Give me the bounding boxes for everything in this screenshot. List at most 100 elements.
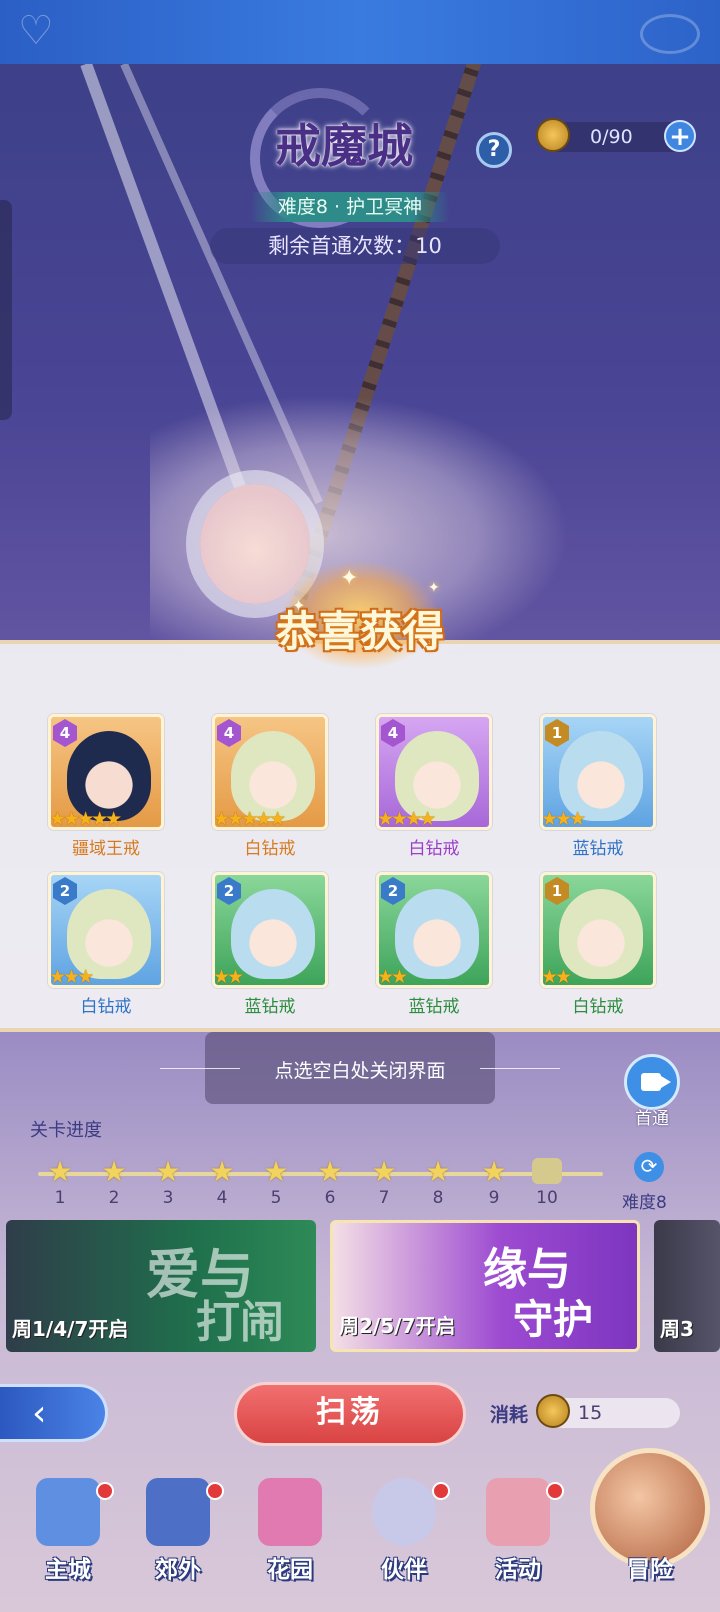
reward-item-label: 蓝钻戒 xyxy=(572,839,624,859)
stage-number: 3 xyxy=(162,1188,174,1208)
nav-label: 冒险 xyxy=(627,1557,673,1583)
remaining-first-clear: 剩余首通次数：10 xyxy=(210,228,500,264)
grade-badge: 4 xyxy=(217,719,241,747)
help-button[interactable]: ? xyxy=(476,132,512,168)
top-bar: ♡ xyxy=(0,0,720,64)
reward-item-card[interactable]: 4 ★★★★ xyxy=(376,714,492,830)
grade-badge: 1 xyxy=(545,877,569,905)
first-clear-video-button[interactable] xyxy=(624,1054,680,1110)
reward-item-card[interactable]: 4 ★★★★★ xyxy=(48,714,164,830)
star-rating: ★★★★★ xyxy=(49,808,122,830)
grade-badge: 1 xyxy=(545,719,569,747)
dungeon-title-text: 戒魔城 xyxy=(275,119,413,173)
notification-dot xyxy=(96,1482,114,1500)
event-schedule: 周3 xyxy=(660,1317,694,1341)
stage-progress-label: 关卡进度 xyxy=(30,1120,102,1141)
portal-icon xyxy=(146,1478,210,1546)
event-card-fate-and-guard[interactable]: 缘与 守护 周2/5/7开启 xyxy=(330,1220,640,1352)
reward-item-card[interactable]: 2 ★★ xyxy=(212,872,328,988)
stamina-coin-icon xyxy=(536,118,570,152)
stamina-counter: 0/90 + xyxy=(536,118,696,152)
grade-badge: 2 xyxy=(217,877,241,905)
reward-item-card[interactable]: 4 ★★★★★ xyxy=(212,714,328,830)
nav-label: 活动 xyxy=(495,1557,541,1583)
reward-item-label: 白钻戒 xyxy=(408,839,460,859)
nav-label: 花园 xyxy=(267,1557,313,1583)
stage-star-icon[interactable]: ★ xyxy=(208,1158,236,1186)
event-title: 守护 xyxy=(513,1296,593,1343)
stage-star-icon[interactable]: ★ xyxy=(370,1158,398,1186)
grade-badge: 2 xyxy=(53,877,77,905)
heart-decoration-icon: ♡ xyxy=(18,8,54,54)
video-camera-icon xyxy=(641,1073,671,1091)
reward-item-card[interactable]: 1 ★★★ xyxy=(540,714,656,830)
star-rating: ★★ xyxy=(377,966,408,988)
star-rating: ★★ xyxy=(541,966,572,988)
notification-dot xyxy=(546,1482,564,1500)
stage-star-icon[interactable]: ★ xyxy=(424,1158,452,1186)
cost-label: 消耗 xyxy=(490,1404,529,1426)
refresh-icon[interactable]: ⟳ xyxy=(634,1152,664,1182)
notification-dot xyxy=(206,1482,224,1500)
star-rating: ★★ xyxy=(213,966,244,988)
reward-item-label: 蓝钻戒 xyxy=(244,997,296,1017)
reward-title: 恭喜获得 xyxy=(275,607,444,656)
stage-star-icon[interactable]: ★ xyxy=(480,1158,508,1186)
nav-item-partners[interactable]: 伙伴 xyxy=(354,1478,454,1608)
stage-number: 7 xyxy=(378,1188,390,1208)
reward-item-label: 白钻戒 xyxy=(572,997,624,1017)
nav-item-activities[interactable]: 活动 xyxy=(468,1478,568,1608)
nav-label: 主城 xyxy=(45,1557,91,1583)
side-drawer-tab[interactable] xyxy=(0,200,12,420)
star-rating: ★★★ xyxy=(49,966,94,988)
event-card-partial[interactable]: 周3 xyxy=(654,1220,720,1352)
stage-number: 8 xyxy=(432,1188,444,1208)
first-clear-label: 首通 xyxy=(635,1109,669,1129)
stage-number: 2 xyxy=(108,1188,120,1208)
reward-item-card[interactable]: 2 ★★ xyxy=(376,872,492,988)
reward-item-card[interactable]: 2 ★★★ xyxy=(48,872,164,988)
stage-star-icon[interactable]: ★ xyxy=(154,1158,182,1186)
stage-star-icon[interactable]: ★ xyxy=(316,1158,344,1186)
stage-number: 9 xyxy=(488,1188,500,1208)
nav-item-suburbs[interactable]: 郊外 xyxy=(128,1478,228,1608)
cost-value: 15 xyxy=(578,1402,603,1424)
nav-item-main-city[interactable]: 主城 xyxy=(18,1478,118,1608)
close-hint[interactable]: 点选空白处关闭界面 xyxy=(160,1056,560,1083)
partner-portrait-icon xyxy=(372,1478,436,1546)
add-stamina-button[interactable]: + xyxy=(664,120,696,152)
grade-badge: 4 xyxy=(381,719,405,747)
nav-item-garden[interactable]: 花园 xyxy=(240,1478,340,1608)
star-rating: ★★★★★ xyxy=(213,808,286,830)
star-rating: ★★★ xyxy=(541,808,586,830)
boss-stage-icon[interactable] xyxy=(532,1158,562,1184)
notification-dot xyxy=(432,1482,450,1500)
reward-item-label: 蓝钻戒 xyxy=(408,997,460,1017)
stage-number: 4 xyxy=(216,1188,228,1208)
sweep-button[interactable]: 扫荡 xyxy=(234,1382,466,1446)
back-button[interactable]: ‹ xyxy=(0,1384,108,1442)
sparkle-icon: ✦ xyxy=(340,566,359,591)
stage-star-icon[interactable]: ★ xyxy=(262,1158,290,1186)
reward-item-card[interactable]: 1 ★★ xyxy=(540,872,656,988)
difficulty-label: 难度8 xyxy=(622,1193,667,1213)
reward-item-label: 疆域王戒 xyxy=(72,839,140,859)
difficulty-banner: 难度8 · 护卫冥神 xyxy=(250,192,450,222)
stage-number: 6 xyxy=(324,1188,336,1208)
dungeon-title: 戒魔城 xyxy=(275,110,455,180)
gift-icon xyxy=(486,1478,550,1546)
stamina-value: 0/90 xyxy=(590,126,633,148)
stage-star-icon[interactable]: ★ xyxy=(46,1158,74,1186)
star-rating: ★★★★ xyxy=(377,808,436,830)
stage-star-icon[interactable]: ★ xyxy=(100,1158,128,1186)
back-arrow-icon: ‹ xyxy=(32,1393,47,1434)
event-card-love-and-play[interactable]: 爱与 打闹 周1/4/7开启 xyxy=(6,1220,316,1352)
grade-badge: 2 xyxy=(381,877,405,905)
event-schedule: 周2/5/7开启 xyxy=(339,1314,456,1338)
stage-number: 1 xyxy=(54,1188,66,1208)
stage-number: 5 xyxy=(270,1188,282,1208)
stamina-coin-icon xyxy=(536,1394,570,1428)
ring-character-portrait xyxy=(559,889,643,979)
ring-character-portrait xyxy=(395,889,479,979)
grade-badge: 4 xyxy=(53,719,77,747)
